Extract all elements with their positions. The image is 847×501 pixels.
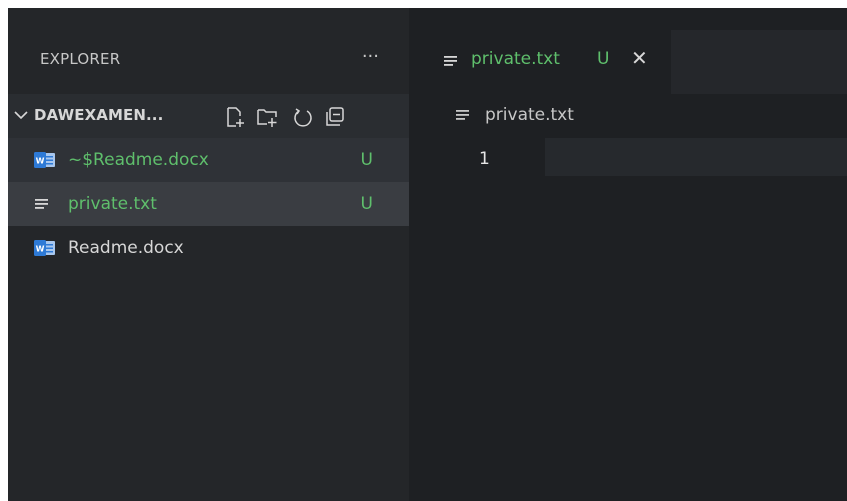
file-row-readme[interactable]: W Readme.docx xyxy=(8,226,409,270)
tab-label[interactable]: private.txt xyxy=(471,49,560,69)
word-icon: W xyxy=(34,240,55,256)
breadcrumb: private.txt xyxy=(409,94,847,138)
close-icon[interactable]: ✕ xyxy=(631,46,648,70)
breadcrumb-item[interactable]: private.txt xyxy=(485,105,574,125)
untracked-badge: U xyxy=(360,194,373,214)
file-row-private-txt[interactable]: private.txt U xyxy=(8,182,409,226)
word-icon: W xyxy=(34,152,55,168)
svg-text:W: W xyxy=(36,157,45,166)
text-file-icon xyxy=(35,199,48,209)
more-icon[interactable]: ··· xyxy=(362,46,379,67)
vscode-window: EXPLORER ··· DAWEXAMEN... W ~$Readme.doc… xyxy=(8,8,847,501)
chevron-down-icon[interactable] xyxy=(12,106,30,124)
file-row-tmp-readme[interactable]: W ~$Readme.docx U xyxy=(8,138,409,182)
file-name[interactable]: ~$Readme.docx xyxy=(68,150,209,170)
explorer-header: EXPLORER ··· xyxy=(8,30,409,94)
collapse-all-icon[interactable] xyxy=(324,106,346,128)
folder-row[interactable]: DAWEXAMEN... xyxy=(8,94,409,138)
text-file-icon xyxy=(444,56,457,66)
explorer-sidebar: EXPLORER ··· DAWEXAMEN... W ~$Readme.doc… xyxy=(8,8,409,501)
svg-text:W: W xyxy=(36,245,45,254)
explorer-title: EXPLORER xyxy=(40,50,121,68)
file-name[interactable]: Readme.docx xyxy=(68,238,184,258)
new-file-icon[interactable] xyxy=(224,106,246,128)
refresh-icon[interactable] xyxy=(292,106,314,128)
tab-private-txt[interactable]: private.txt U ✕ xyxy=(409,30,671,94)
editor-area: private.txt U ✕ private.txt 1 xyxy=(409,8,847,501)
untracked-badge: U xyxy=(360,150,373,170)
untracked-badge: U xyxy=(597,49,610,69)
new-folder-icon[interactable] xyxy=(256,106,278,128)
folder-name[interactable]: DAWEXAMEN... xyxy=(34,106,163,124)
line-number: 1 xyxy=(479,149,490,169)
text-file-icon xyxy=(456,110,469,120)
editor-current-line[interactable] xyxy=(545,138,847,176)
file-name[interactable]: private.txt xyxy=(68,194,157,214)
tab-bar: private.txt U ✕ xyxy=(409,30,847,94)
